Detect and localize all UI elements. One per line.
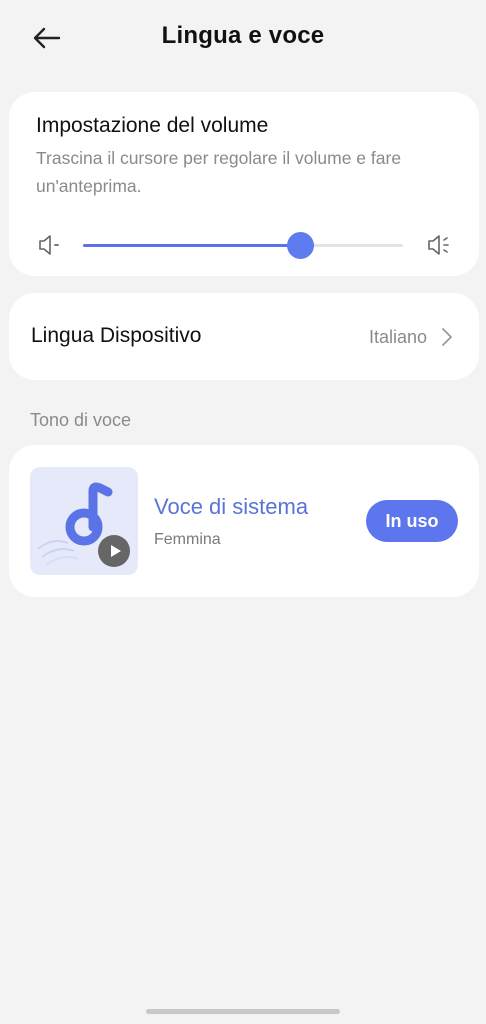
chevron-right-icon [442,328,452,346]
volume-title: Impostazione del volume [36,114,269,137]
play-icon[interactable] [98,535,130,567]
home-indicator[interactable] [146,1009,340,1014]
volume-slider-fill [83,244,301,247]
voice-tone-section-label: Tono di voce [30,410,132,430]
device-language-label: Lingua Dispositivo [31,324,202,347]
voice-name: Voce di sistema [154,494,309,519]
header-bar: Lingua e voce [0,0,486,76]
volume-slider-thumb[interactable] [287,232,315,259]
in-use-button[interactable]: In uso [366,500,458,542]
volume-slider[interactable] [83,232,403,259]
voice-gender: Femmina [154,531,221,548]
volume-description: Trascina il cursore per regolare il volu… [36,148,402,196]
volume-high-icon [428,235,449,255]
volume-low-icon [39,235,59,255]
voice-thumbnail[interactable] [30,467,138,575]
volume-card: Impostazione del volume Trascina il curs… [9,92,479,276]
device-language-value: Italiano [368,327,427,347]
device-language-row[interactable]: Lingua Dispositivo Italiano [9,293,479,380]
page-title: Lingua e voce [161,22,325,49]
voice-card: Voce di sistema Femmina In uso [9,445,479,597]
